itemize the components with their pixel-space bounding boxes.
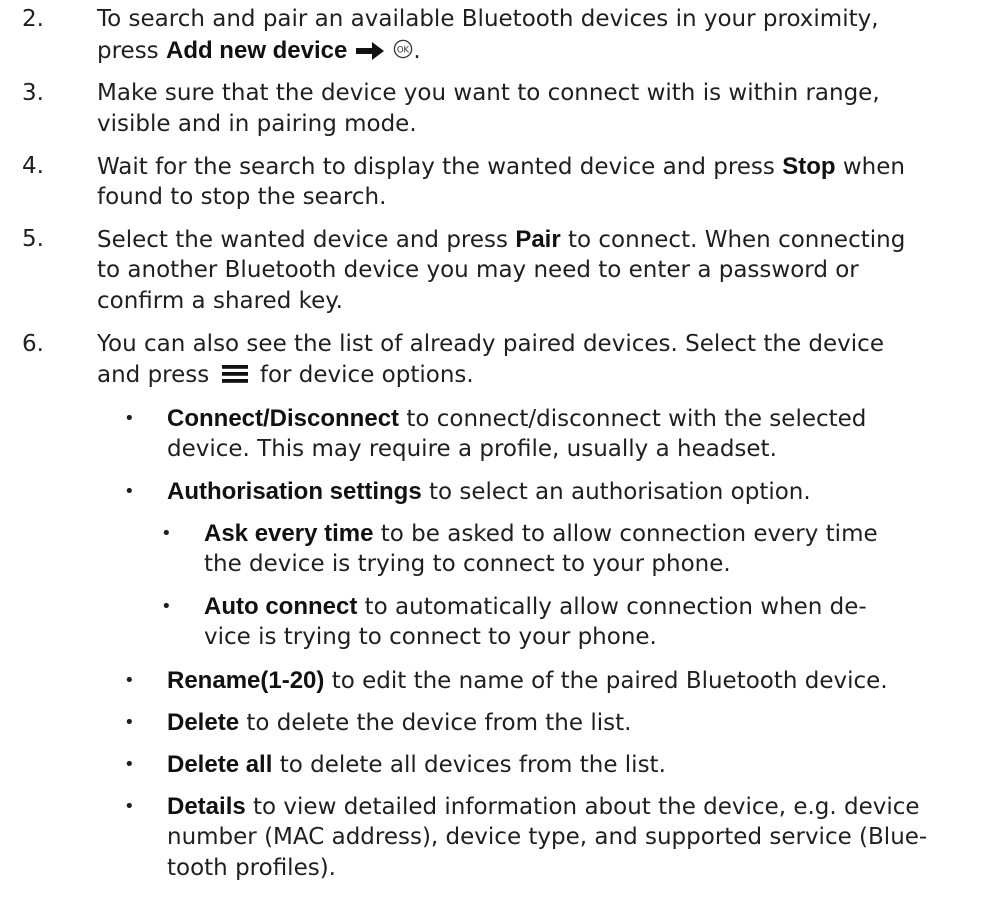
bullet: • (161, 523, 172, 544)
ok-key-icon: OK (393, 37, 413, 68)
step-number: 4. (22, 153, 44, 179)
option-text: tooth profiles). (167, 855, 336, 881)
option-name: Auto connect (204, 593, 358, 620)
option-text: Authorisation settings to select an auth… (167, 478, 811, 505)
option-name: Delete all (167, 751, 273, 778)
bullet: • (124, 408, 135, 429)
option-range: (1-20) (260, 667, 325, 694)
step-text: and press for device options. (97, 360, 474, 393)
step-text: Select the wanted device and press Pair … (97, 226, 906, 253)
step-text: Wait for the search to display the wante… (97, 153, 905, 180)
option-text: Rename(1-20) to edit the name of the pai… (167, 667, 888, 694)
option-text: Delete to delete the device from the lis… (167, 709, 632, 736)
bullet: • (124, 796, 135, 817)
svg-text:OK: OK (397, 46, 410, 56)
option-text: number (MAC address), device type, and s… (167, 824, 928, 850)
step-number: 2. (22, 6, 44, 32)
option-text: Delete all to delete all devices from th… (167, 751, 666, 778)
option-name: Connect/Disconnect (167, 405, 400, 432)
option-name: Details (167, 793, 246, 820)
pair-label: Pair (515, 226, 561, 253)
option-name: Delete (167, 709, 240, 736)
step-number: 5. (22, 226, 44, 252)
bullet: • (124, 712, 135, 733)
option-text: Details to view detailed information abo… (167, 793, 920, 820)
option-name: Ask every time (204, 520, 374, 547)
option-name: Authorisation settings (167, 478, 422, 505)
step-text: to another Bluetooth device you may need… (97, 257, 859, 283)
option-name: Rename (167, 667, 261, 694)
add-new-device-label: Add new device (165, 37, 348, 64)
step-text: Make sure that the device you want to co… (97, 80, 880, 106)
bullet: • (124, 481, 135, 502)
step-number: 3. (22, 80, 44, 106)
step-text: found to stop the search. (97, 184, 387, 210)
option-text: vice is trying to connect to your phone. (204, 624, 657, 650)
step-text: visible and in pairing mode. (97, 111, 417, 137)
bullet: • (124, 670, 135, 691)
menu-key-icon (221, 362, 249, 393)
bullet: • (124, 754, 135, 775)
step-text: To search and pair an available Bluetoot… (97, 6, 879, 32)
manual-page: 2. To search and pair an available Bluet… (0, 0, 993, 923)
step-text: confirm a shared key. (97, 288, 343, 314)
step-number: 6. (22, 331, 44, 357)
step-text: You can also see the list of already pai… (97, 331, 884, 357)
option-text: the device is trying to connect to your … (204, 551, 731, 577)
option-text: Ask every time to be asked to allow conn… (204, 520, 878, 547)
step-text: press Add new device OK. (97, 35, 421, 70)
bullet: • (161, 596, 172, 617)
arrow-right-icon (355, 39, 385, 70)
stop-label: Stop (782, 153, 836, 180)
option-text: device. This may require a profile, usua… (167, 436, 777, 462)
option-text: Connect/Disconnect to connect/disconnect… (167, 405, 867, 432)
option-text: Auto connect to automatically allow conn… (204, 593, 867, 620)
